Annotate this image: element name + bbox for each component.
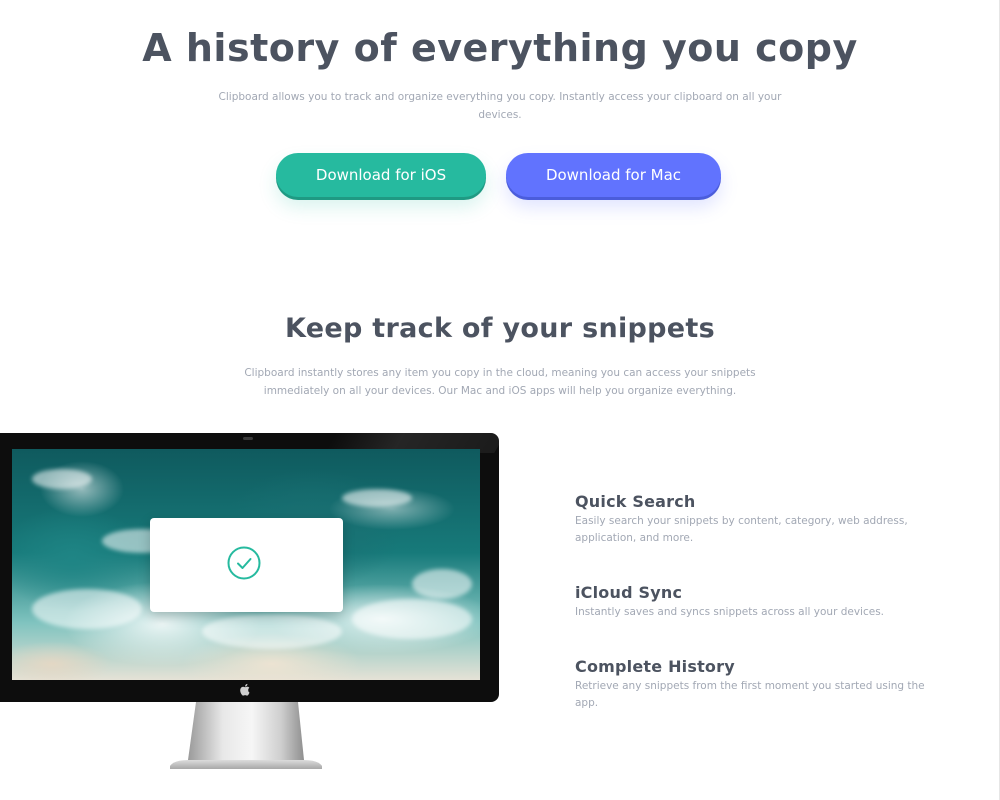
ocean-foam: [32, 589, 142, 629]
landing-page: A history of everything you copy Clipboa…: [0, 0, 1000, 800]
apple-logo-icon: [239, 683, 251, 696]
snippets-section-subtitle: Clipboard instantly stores any item you …: [244, 367, 756, 397]
download-ios-button[interactable]: Download for iOS: [276, 153, 486, 197]
ocean-foam: [342, 489, 412, 507]
feature-title-icloud-sync: iCloud Sync: [575, 583, 683, 602]
monitor-stand: [170, 702, 322, 769]
download-mac-button[interactable]: Download for Mac: [506, 153, 721, 197]
feature-desc-icloud-sync: Instantly saves and syncs snippets acros…: [575, 606, 885, 618]
feature-title-complete-history: Complete History: [575, 657, 735, 676]
ocean-foam: [202, 614, 342, 649]
snippets-section-title: Keep track of your snippets: [285, 313, 715, 344]
feature-desc-complete-history: Retrieve any snippets from the first mom…: [575, 680, 925, 709]
monitor-camera: [243, 437, 253, 440]
feature-desc-quick-search: Easily search your snippets by content, …: [575, 515, 908, 544]
ocean-foam: [412, 569, 472, 599]
hero-title: A history of everything you copy: [142, 26, 858, 70]
hero-subtitle: Clipboard allows you to track and organi…: [218, 91, 782, 121]
ocean-foam: [352, 599, 472, 639]
ocean-foam: [32, 469, 92, 489]
feature-title-quick-search: Quick Search: [575, 492, 696, 511]
check-circle-icon: [227, 546, 261, 580]
